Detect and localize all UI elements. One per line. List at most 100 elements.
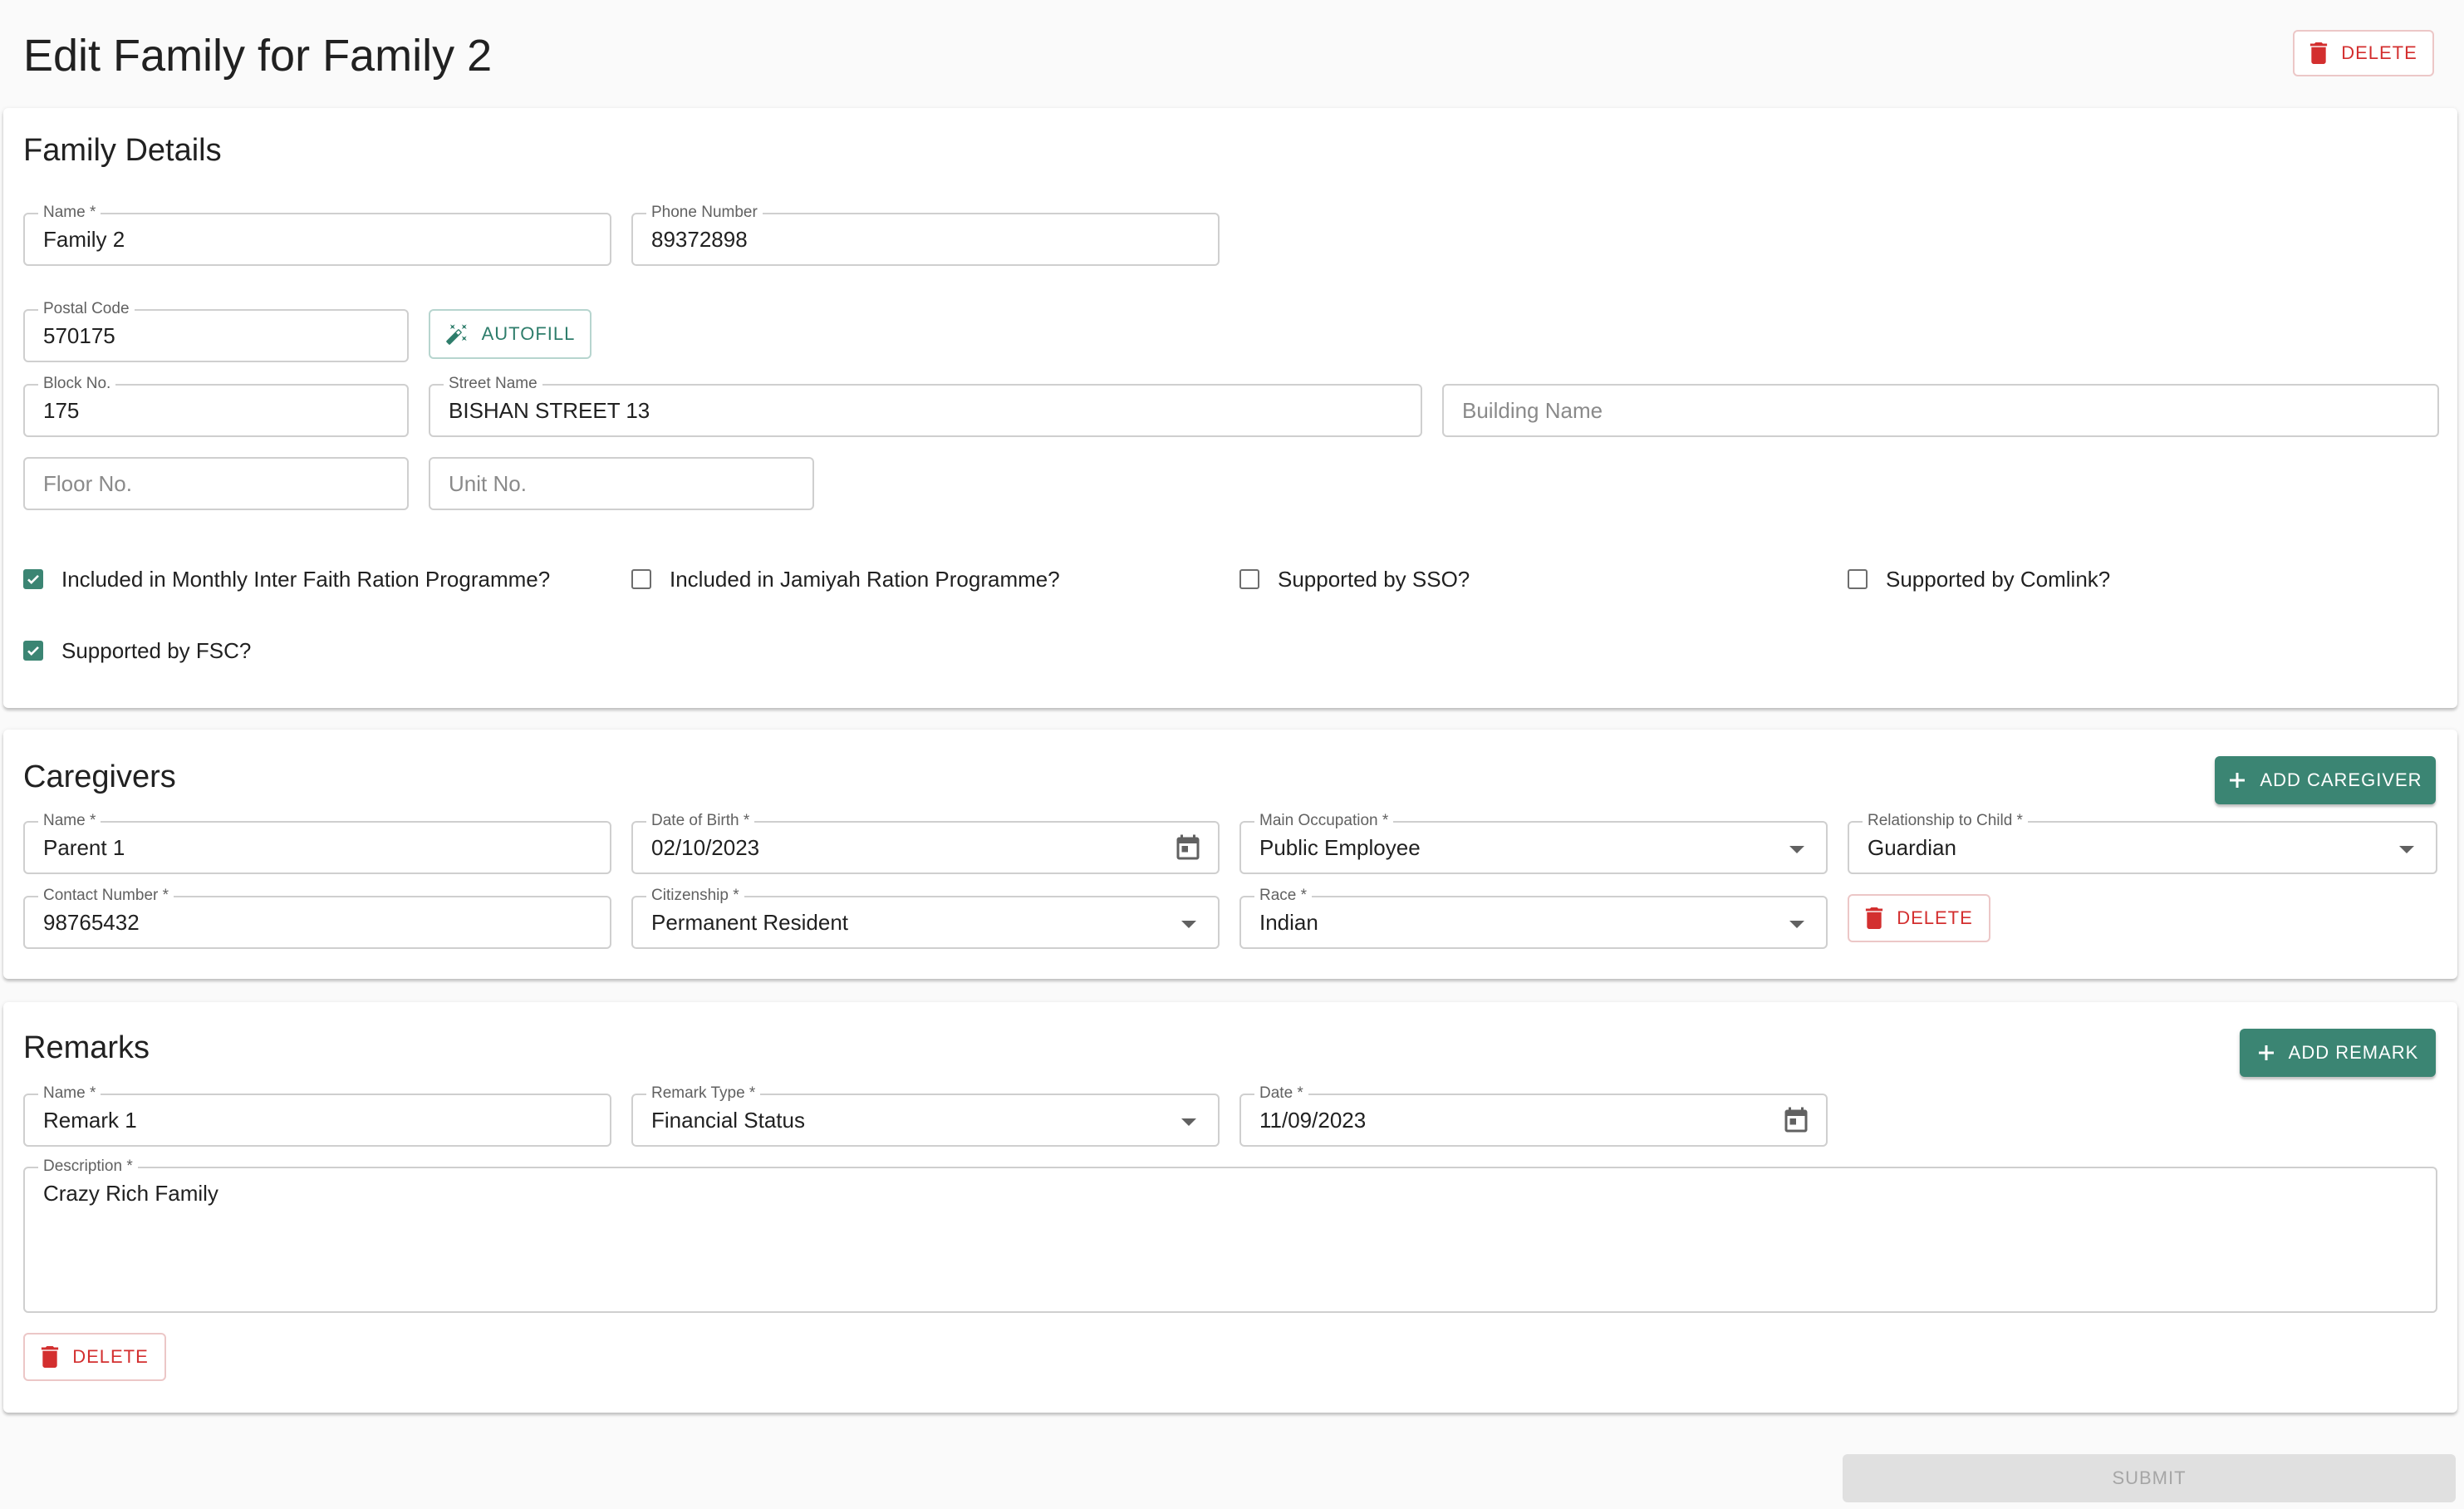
checkbox-label: Included in Jamiyah Ration Programme? bbox=[670, 567, 1060, 592]
contact-number-field[interactable]: Contact Number * 98765432 bbox=[23, 887, 611, 949]
contact-number-value: 98765432 bbox=[43, 910, 140, 935]
calendar-icon[interactable] bbox=[1173, 833, 1203, 863]
race-select[interactable]: Race * Indian bbox=[1239, 887, 1828, 949]
street-name-value: BISHAN STREET 13 bbox=[449, 398, 650, 423]
citizenship-label: Citizenship * bbox=[646, 887, 744, 905]
remark-date-value: 11/09/2023 bbox=[1259, 1108, 1367, 1133]
postal-code-field[interactable]: Postal Code 570175 bbox=[23, 300, 409, 362]
caregiver-name-label: Name * bbox=[38, 812, 101, 830]
caregiver-name-field[interactable]: Name * Parent 1 bbox=[23, 812, 611, 874]
date-of-birth-field[interactable]: Date of Birth * 02/10/2023 bbox=[631, 812, 1220, 874]
checkbox-box[interactable] bbox=[631, 569, 651, 589]
checkbox-label: Supported by FSC? bbox=[61, 638, 252, 663]
chevron-down-icon bbox=[1789, 846, 1804, 853]
delete-family-label: DELETE bbox=[2341, 42, 2417, 63]
phone-number-field[interactable]: Phone Number 89372898 bbox=[631, 204, 1220, 266]
postal-code-value: 570175 bbox=[43, 323, 115, 348]
race-value: Indian bbox=[1259, 910, 1318, 935]
autofill-label: AUTOFILL bbox=[481, 323, 576, 344]
remark-type-value: Financial Status bbox=[651, 1108, 805, 1133]
chevron-down-icon bbox=[2399, 846, 2414, 853]
remarks-title: Remarks bbox=[23, 1030, 150, 1065]
checkbox-box[interactable] bbox=[23, 641, 43, 661]
race-label: Race * bbox=[1254, 887, 1313, 905]
block-number-value: 175 bbox=[43, 398, 80, 423]
checkbox-fsc[interactable]: Supported by FSC? bbox=[23, 637, 251, 664]
checkbox-inter-faith[interactable]: Included in Monthly Inter Faith Ration P… bbox=[23, 566, 550, 592]
caregiver-name-value: Parent 1 bbox=[43, 835, 125, 860]
building-name-placeholder: Building Name bbox=[1462, 398, 1603, 423]
remark-name-value: Remark 1 bbox=[43, 1108, 137, 1133]
delete-caregiver-button[interactable]: DELETE bbox=[1848, 894, 1990, 942]
description-label: Description * bbox=[38, 1158, 138, 1176]
plus-icon bbox=[2258, 1045, 2274, 1060]
remark-name-label: Name * bbox=[38, 1084, 101, 1103]
delete-remark-label: DELETE bbox=[72, 1346, 149, 1367]
family-name-field[interactable]: Name * Family 2 bbox=[23, 204, 611, 266]
add-remark-label: ADD REMARK bbox=[2288, 1042, 2419, 1063]
page-title: Edit Family for Family 2 bbox=[23, 31, 493, 81]
delete-family-button[interactable]: DELETE bbox=[2293, 30, 2434, 76]
add-caregiver-button[interactable]: ADD CAREGIVER bbox=[2215, 756, 2436, 804]
unit-number-field[interactable]: Unit No. bbox=[429, 457, 814, 510]
main-occupation-value: Public Employee bbox=[1259, 835, 1421, 860]
checkbox-label: Included in Monthly Inter Faith Ration P… bbox=[61, 567, 551, 592]
floor-number-field[interactable]: Floor No. bbox=[23, 457, 409, 510]
magic-wand-icon bbox=[445, 324, 467, 345]
block-number-label: Block No. bbox=[38, 375, 116, 393]
relationship-label: Relationship to Child * bbox=[1863, 812, 2028, 830]
family-name-value: Family 2 bbox=[43, 227, 125, 252]
checkbox-box[interactable] bbox=[1848, 569, 1868, 589]
submit-label: SUBMIT bbox=[2112, 1467, 2187, 1488]
citizenship-select[interactable]: Citizenship * Permanent Resident bbox=[631, 887, 1220, 949]
delete-remark-button[interactable]: DELETE bbox=[23, 1333, 166, 1381]
floor-number-placeholder: Floor No. bbox=[43, 471, 132, 496]
building-name-field[interactable]: Building Name bbox=[1442, 384, 2439, 437]
family-details-card: Family Details Name * Family 2 Phone Num… bbox=[3, 108, 2457, 708]
postal-code-label: Postal Code bbox=[38, 300, 135, 318]
date-of-birth-value: 02/10/2023 bbox=[651, 835, 760, 860]
chevron-down-icon bbox=[1181, 1118, 1196, 1126]
checkbox-box[interactable] bbox=[1239, 569, 1259, 589]
delete-caregiver-label: DELETE bbox=[1897, 907, 1973, 928]
block-number-field[interactable]: Block No. 175 bbox=[23, 375, 409, 437]
checkbox-box[interactable] bbox=[23, 569, 43, 589]
checkbox-sso[interactable]: Supported by SSO? bbox=[1239, 566, 1470, 592]
phone-number-value: 89372898 bbox=[651, 227, 748, 252]
edit-family-page: Edit Family for Family 2 DELETE Family D… bbox=[0, 0, 2464, 1509]
chevron-down-icon bbox=[1181, 921, 1196, 928]
checkmark-icon bbox=[27, 646, 39, 656]
remarks-card: Remarks ADD REMARK Name * Remark 1 Remar… bbox=[3, 1002, 2457, 1413]
submit-button[interactable]: SUBMIT bbox=[1843, 1454, 2456, 1502]
contact-number-label: Contact Number * bbox=[38, 887, 174, 905]
description-value: Crazy Rich Family bbox=[43, 1181, 218, 1206]
trash-icon bbox=[1866, 907, 1883, 929]
checkbox-label: Supported by Comlink? bbox=[1886, 567, 2111, 592]
remark-type-label: Remark Type * bbox=[646, 1084, 761, 1103]
remark-name-field[interactable]: Name * Remark 1 bbox=[23, 1084, 611, 1147]
checkbox-jamiyah[interactable]: Included in Jamiyah Ration Programme? bbox=[631, 566, 1060, 592]
description-textarea[interactable]: Description * Crazy Rich Family bbox=[23, 1158, 2437, 1313]
unit-number-placeholder: Unit No. bbox=[449, 471, 527, 496]
calendar-icon[interactable] bbox=[1781, 1106, 1811, 1136]
street-name-field[interactable]: Street Name BISHAN STREET 13 bbox=[429, 375, 1422, 437]
family-name-label: Name * bbox=[38, 204, 101, 222]
relationship-select[interactable]: Relationship to Child * Guardian bbox=[1848, 812, 2437, 874]
caregivers-title: Caregivers bbox=[23, 759, 176, 794]
add-caregiver-label: ADD CAREGIVER bbox=[2260, 769, 2422, 790]
date-of-birth-label: Date of Birth * bbox=[646, 812, 755, 830]
remark-type-select[interactable]: Remark Type * Financial Status bbox=[631, 1084, 1220, 1147]
add-remark-button[interactable]: ADD REMARK bbox=[2240, 1029, 2436, 1077]
relationship-value: Guardian bbox=[1868, 835, 1956, 860]
checkbox-comlink[interactable]: Supported by Comlink? bbox=[1848, 566, 2110, 592]
remark-date-label: Date * bbox=[1254, 1084, 1308, 1103]
trash-icon bbox=[2310, 42, 2328, 64]
main-occupation-select[interactable]: Main Occupation * Public Employee bbox=[1239, 812, 1828, 874]
citizenship-value: Permanent Resident bbox=[651, 910, 849, 935]
phone-number-label: Phone Number bbox=[646, 204, 763, 222]
remark-date-field[interactable]: Date * 11/09/2023 bbox=[1239, 1084, 1828, 1147]
main-occupation-label: Main Occupation * bbox=[1254, 812, 1394, 830]
chevron-down-icon bbox=[1789, 921, 1804, 928]
plus-icon bbox=[2230, 773, 2246, 788]
autofill-button[interactable]: AUTOFILL bbox=[429, 309, 591, 359]
